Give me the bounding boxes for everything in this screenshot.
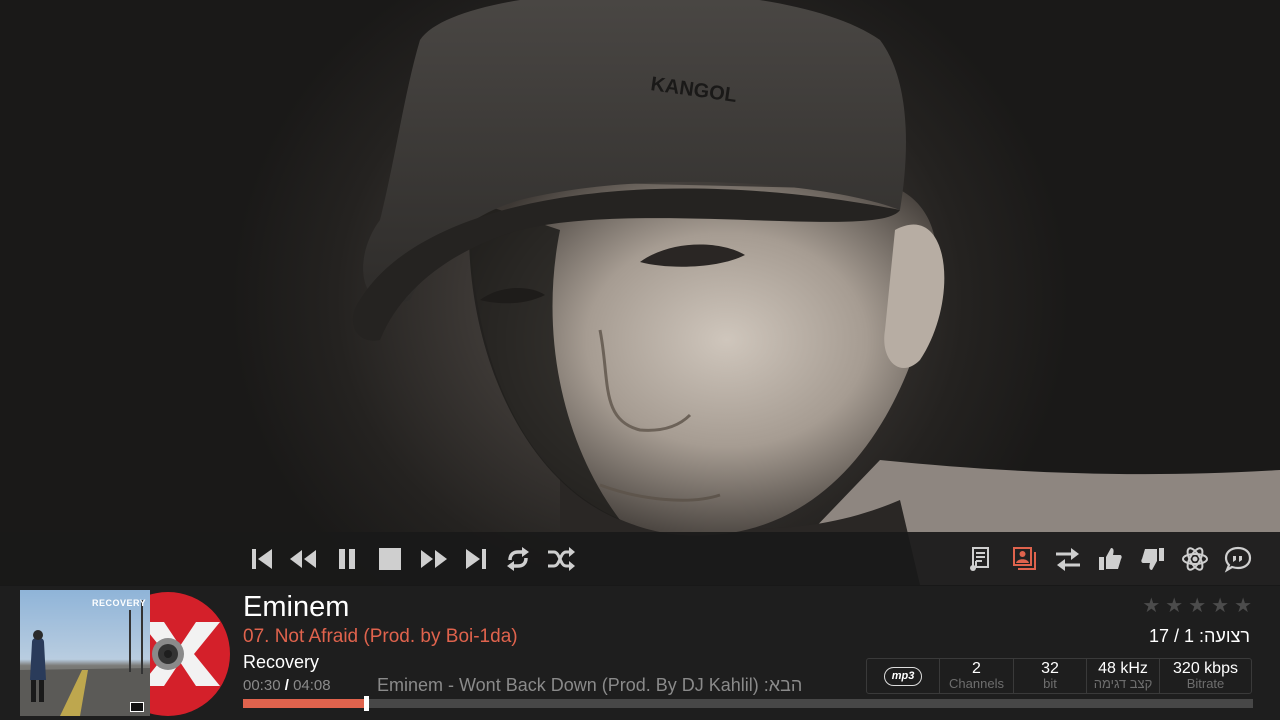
fast-forward-icon[interactable] [417, 542, 451, 576]
pause-icon[interactable] [330, 542, 364, 576]
star-icon[interactable]: ★ [1211, 596, 1229, 616]
album-name: Recovery [243, 652, 320, 672]
lyrics-icon[interactable] [964, 542, 998, 576]
transport-bar [0, 532, 1280, 586]
samplerate-cell: 48 kHz קצב דגימה [1086, 659, 1159, 693]
album-cover-title: RECOVERY [92, 598, 147, 608]
samplerate-value: 48 kHz [1098, 660, 1148, 677]
bitdepth-cell: 32 bit [1013, 659, 1086, 693]
track-title: 07. Not Afraid (Prod. by Boi-1da) [243, 626, 518, 647]
skip-previous-icon[interactable] [245, 542, 279, 576]
channels-value: 2 [972, 660, 981, 677]
elapsed-time: 00:30 [243, 677, 281, 694]
subtitles-icon[interactable] [1221, 542, 1255, 576]
time-separator: / [284, 677, 289, 694]
channels-label: Channels [949, 676, 1004, 691]
repeat-icon[interactable] [501, 542, 535, 576]
time-display: 00:30 / 04:08 [243, 677, 331, 694]
now-playing-panel: RECOVERY Eminem 07. Not Afraid (Prod. by… [0, 586, 1280, 720]
seek-bar-handle[interactable] [364, 696, 369, 711]
total-duration: 04:08 [293, 677, 331, 694]
next-track: הבא: Eminem - Wont Back Down (Prod. By D… [377, 675, 803, 695]
playlist-icon[interactable] [1051, 542, 1085, 576]
bitrate-cell: 320 kbps Bitrate [1159, 659, 1251, 693]
rewind-icon[interactable] [286, 542, 320, 576]
bitdepth-value: 32 [1041, 660, 1059, 677]
skip-next-icon[interactable] [459, 542, 493, 576]
format-badge-label: mp3 [883, 666, 923, 686]
stop-icon[interactable] [373, 542, 407, 576]
visualization-icon[interactable] [1178, 542, 1212, 576]
rating-stars[interactable]: ★ ★ ★ ★ ★ [1142, 596, 1252, 616]
codec-info: mp3 2 Channels 32 bit 48 kHz קצב דגימה 3… [866, 658, 1252, 694]
cd-disc-image [150, 592, 232, 716]
bitrate-value: 320 kbps [1173, 660, 1238, 677]
bitrate-label: Bitrate [1186, 676, 1225, 691]
seek-bar[interactable] [243, 696, 1253, 711]
artist-name: Eminem [243, 591, 350, 623]
star-icon[interactable]: ★ [1234, 596, 1252, 616]
bitdepth-label: bit [1043, 676, 1057, 691]
album-cover: RECOVERY [20, 590, 150, 716]
channels-cell: 2 Channels [939, 659, 1013, 693]
star-icon[interactable]: ★ [1188, 596, 1206, 616]
thumbs-down-icon[interactable] [1136, 542, 1170, 576]
samplerate-label: קצב דגימה [1093, 676, 1153, 691]
shuffle-icon[interactable] [544, 542, 578, 576]
star-icon[interactable]: ★ [1165, 596, 1183, 616]
star-icon[interactable]: ★ [1142, 596, 1160, 616]
artist-slideshow-icon[interactable] [1008, 542, 1042, 576]
format-badge: mp3 [867, 659, 939, 693]
seek-bar-fill [243, 699, 364, 708]
playlist-position: רצועה: 1 / 17 [1148, 626, 1250, 646]
thumbs-up-icon[interactable] [1093, 542, 1127, 576]
artist-fanart: KANGOL [0, 0, 1280, 585]
